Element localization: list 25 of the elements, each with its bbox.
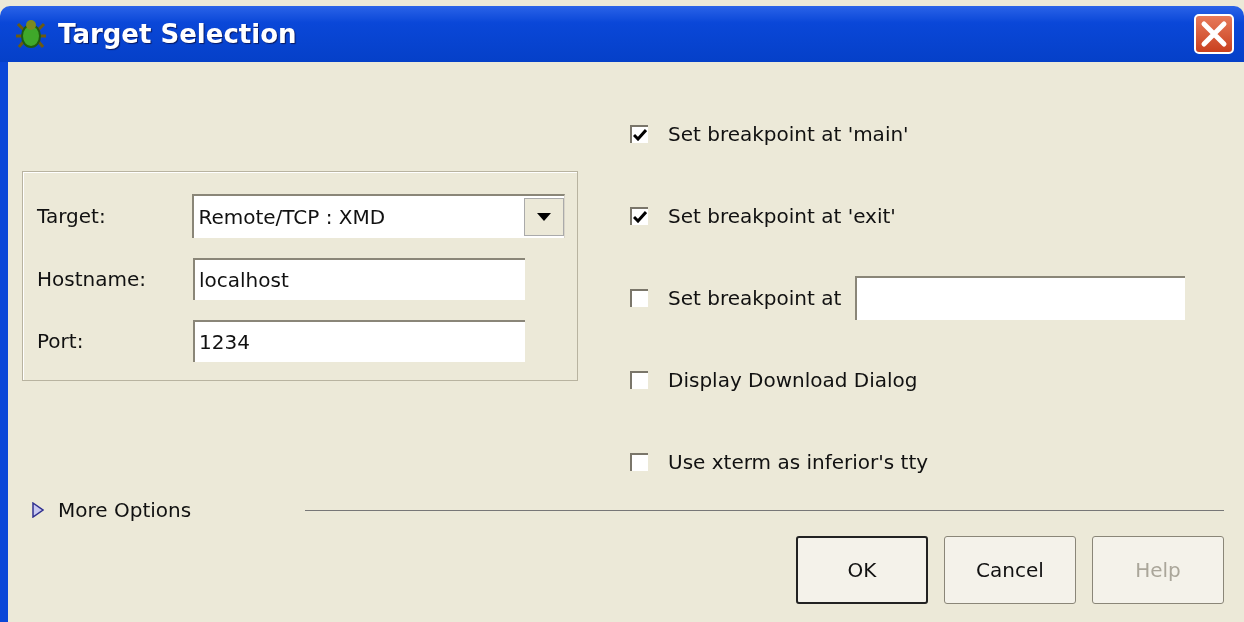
checkbox-label: Set breakpoint at 'main': [668, 121, 909, 148]
checkbox-label: Display Download Dialog: [668, 367, 918, 394]
checkbox[interactable]: [630, 289, 648, 307]
checkbox-label: Use xterm as inferior's tty: [668, 449, 929, 476]
expander-label[interactable]: More Options: [58, 495, 192, 525]
dialog-button[interactable]: Cancel: [944, 536, 1076, 604]
field-label: Target:: [37, 203, 107, 230]
bug-icon: [14, 18, 48, 50]
target-dropdown[interactable]: Remote/TCP : XMD: [192, 194, 565, 238]
checkbox-label: Set breakpoint at 'exit': [668, 203, 896, 230]
window-title: Target Selection: [58, 17, 297, 51]
checkbox[interactable]: [630, 207, 648, 225]
field-label: Hostname:: [37, 266, 147, 293]
dialog-button[interactable]: OK: [796, 536, 928, 604]
input-field[interactable]: 1234: [193, 320, 525, 362]
dropdown-arrow-icon: [536, 212, 552, 222]
input-field[interactable]: localhost: [193, 258, 525, 300]
checkbox[interactable]: [630, 125, 648, 143]
checkbox[interactable]: [630, 453, 648, 471]
checkbox-label: Set breakpoint at: [668, 285, 842, 312]
field-label: Port:: [37, 328, 85, 355]
expander-arrow-icon[interactable]: [32, 502, 44, 518]
checkbox[interactable]: [630, 371, 648, 389]
close-button[interactable]: [1194, 14, 1234, 54]
input-field[interactable]: [855, 276, 1186, 320]
